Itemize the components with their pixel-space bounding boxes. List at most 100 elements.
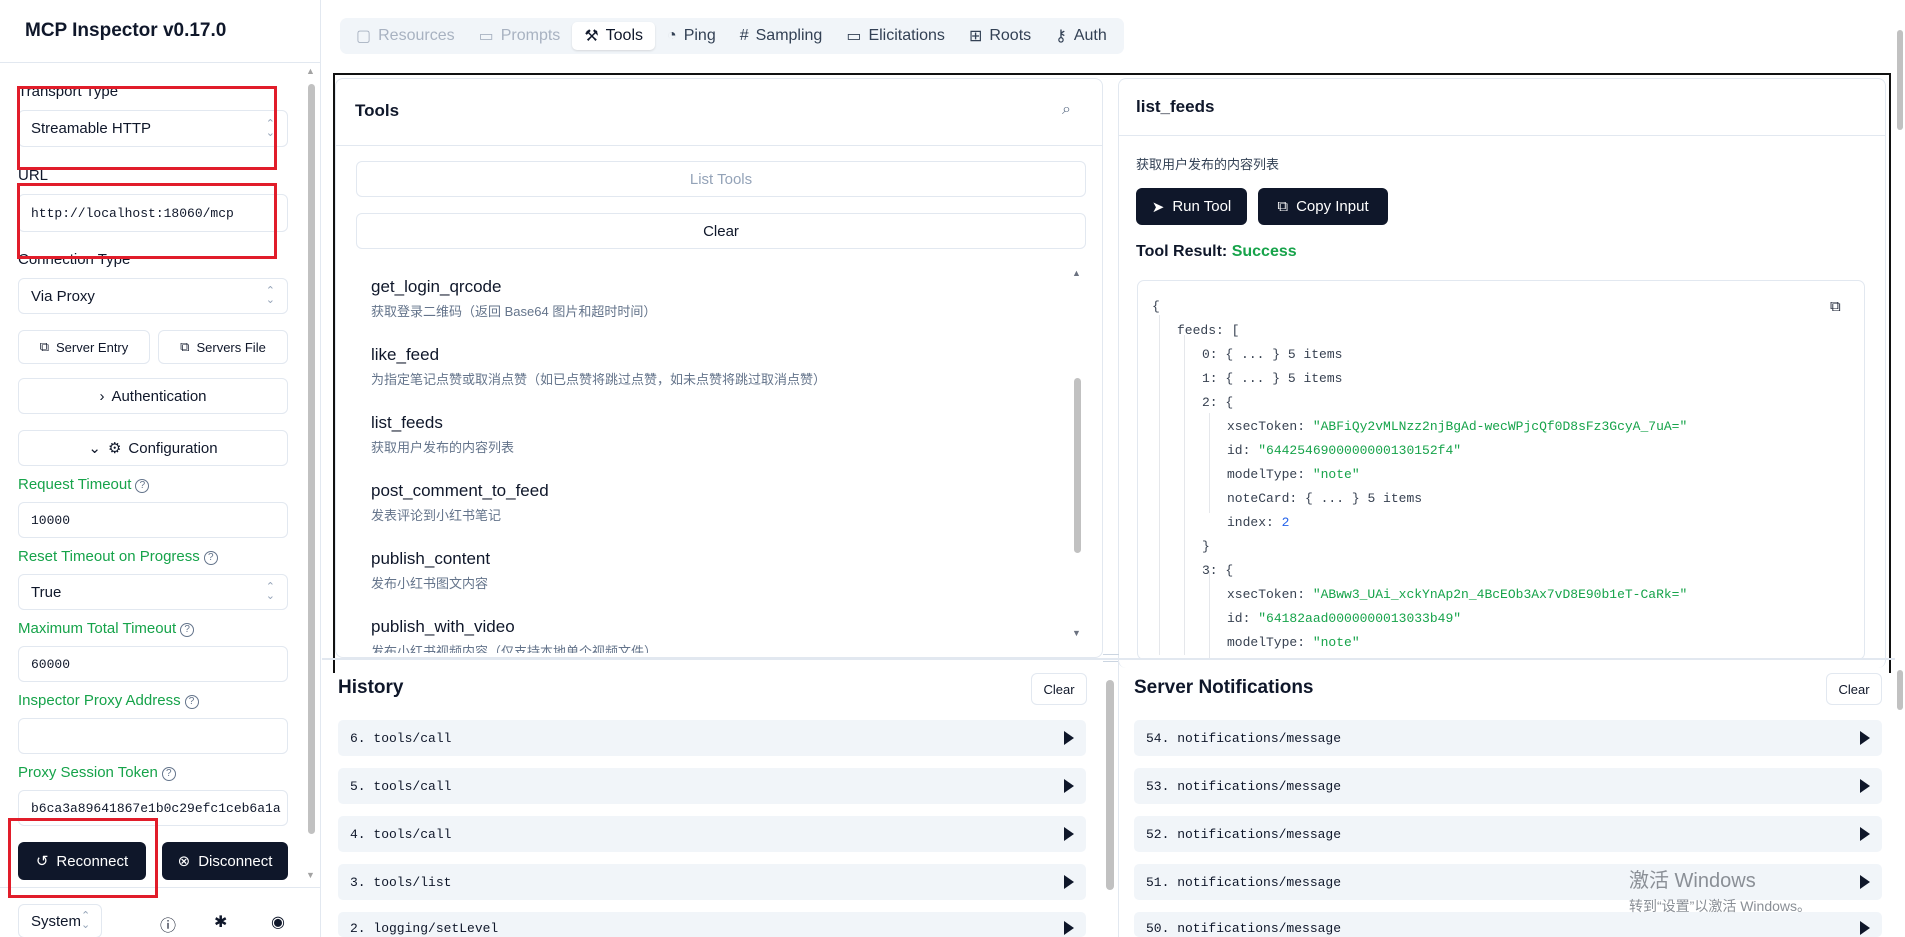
copy-icon: ⧉ bbox=[1277, 198, 1289, 215]
connection-type-value: Via Proxy bbox=[31, 287, 95, 305]
send-icon: ➤ bbox=[1151, 198, 1165, 216]
disconnect-label: Disconnect bbox=[198, 852, 273, 870]
tab-prompts[interactable]: ▭ Prompts bbox=[467, 22, 573, 50]
help-icon[interactable]: ? bbox=[135, 479, 150, 493]
sidebar: MCP Inspector v0.17.0 Transport Type Str… bbox=[0, 0, 321, 937]
divider bbox=[1119, 135, 1885, 136]
tools-list-scrollbar[interactable]: ▲ ▼ bbox=[1072, 268, 1082, 642]
reset-timeout-select[interactable]: True ⌃ ⌄ bbox=[18, 574, 288, 610]
json-line[interactable]: noteCard: { ... } 5 items bbox=[1227, 491, 1422, 506]
tool-desc: 发表评论到小红书笔记 bbox=[371, 508, 502, 523]
history-item[interactable]: 2. logging/setLevel bbox=[338, 912, 1086, 937]
tab-sampling[interactable]: # Sampling bbox=[728, 22, 835, 50]
file-icon: ▢ bbox=[356, 28, 372, 45]
json-line: id: "6442546900000000130152f4" bbox=[1227, 443, 1462, 458]
tab-roots[interactable]: ⊞ Roots bbox=[957, 22, 1043, 50]
json-line: } bbox=[1202, 539, 1210, 554]
json-line[interactable]: 3: { bbox=[1202, 563, 1233, 578]
help-icon[interactable]: ? bbox=[161, 767, 176, 781]
configuration-toggle[interactable]: ⌄ ⚙ Configuration bbox=[18, 430, 288, 466]
tool-desc: 发布小红书图文内容 bbox=[371, 576, 489, 591]
bug-icon[interactable]: ✱ bbox=[214, 912, 227, 932]
chevrons-up-down-icon: ⌃ ⌄ bbox=[265, 581, 275, 602]
play-icon bbox=[1064, 921, 1074, 935]
play-icon bbox=[1860, 731, 1870, 745]
json-line[interactable]: feeds: [ bbox=[1177, 323, 1239, 338]
tool-item-get-login-qrcode[interactable]: get_login_qrcode 获取登录二维码（返回 Base64 图片和超时… bbox=[371, 277, 656, 320]
tool-item-post-comment[interactable]: post_comment_to_feed 发表评论到小红书笔记 bbox=[371, 481, 549, 524]
help-icon[interactable]: ? bbox=[180, 623, 195, 637]
tab-elicitations[interactable]: ▭ Elicitations bbox=[834, 22, 957, 50]
history-clear-button[interactable]: Clear bbox=[1031, 673, 1087, 705]
connection-type-select[interactable]: Via Proxy ⌃ ⌄ bbox=[18, 278, 288, 314]
proxy-address-label: Inspector Proxy Address? bbox=[18, 692, 199, 709]
json-line[interactable]: 0: { ... } 5 items bbox=[1202, 347, 1342, 362]
grip-icon[interactable] bbox=[1103, 654, 1119, 662]
play-icon bbox=[1064, 731, 1074, 745]
page-scrollbar[interactable] bbox=[1895, 0, 1905, 937]
tab-ping[interactable]: ◔ Ping bbox=[655, 22, 728, 50]
tools-panel-title: Tools bbox=[355, 101, 400, 120]
tab-tools[interactable]: ⚒ Tools bbox=[572, 22, 656, 50]
copy-input-button[interactable]: ⧉ Copy Input bbox=[1258, 188, 1388, 225]
annotation-box bbox=[8, 818, 158, 898]
history-title: History bbox=[338, 677, 404, 698]
history-item[interactable]: 6. tools/call bbox=[338, 720, 1086, 756]
tree-guide bbox=[1209, 571, 1210, 659]
chevrons-up-down-icon: ⌃ ⌄ bbox=[265, 285, 275, 306]
tool-item-like-feed[interactable]: like_feed 为指定笔记点赞或取消点赞（如已点赞将跳过点赞，如未点赞将跳过… bbox=[371, 345, 826, 388]
help-circle-icon[interactable]: ⓘ bbox=[160, 912, 176, 936]
search-icon[interactable]: ⌕ bbox=[1062, 101, 1071, 119]
tool-result-heading: Tool Result: Success bbox=[1136, 243, 1297, 261]
run-tool-button[interactable]: ➤ Run Tool bbox=[1136, 188, 1247, 225]
proxy-address-input[interactable] bbox=[18, 718, 288, 754]
json-line[interactable]: 2: { bbox=[1202, 395, 1233, 410]
play-icon bbox=[1064, 779, 1074, 793]
history-item[interactable]: 4. tools/call bbox=[338, 816, 1086, 852]
tool-detail-description: 获取用户发布的内容列表 bbox=[1136, 157, 1280, 172]
tool-result-status: Success bbox=[1231, 243, 1297, 260]
max-timeout-input[interactable]: 60000 bbox=[18, 646, 288, 682]
windows-activation-watermark: 激活 Windows 转到“设置”以激活 Windows。 bbox=[1629, 864, 1811, 916]
notifications-clear-button[interactable]: Clear bbox=[1826, 673, 1882, 705]
app-title: MCP Inspector v0.17.0 bbox=[25, 20, 227, 41]
hammer-icon: ⚒ bbox=[584, 28, 599, 45]
tool-desc: 获取用户发布的内容列表 bbox=[371, 440, 515, 455]
tool-item-list-feeds[interactable]: list_feeds 获取用户发布的内容列表 bbox=[371, 413, 514, 456]
help-icon[interactable]: ? bbox=[203, 551, 218, 565]
tool-item-publish-with-video[interactable]: publish_with_video 发布小红书视频内容（仅支持本地单个视频文件… bbox=[371, 617, 657, 653]
list-tools-button[interactable]: List Tools bbox=[356, 161, 1086, 197]
history-item[interactable]: 5. tools/call bbox=[338, 768, 1086, 804]
help-icon[interactable]: ? bbox=[184, 695, 199, 709]
notification-item[interactable]: 54. notifications/message bbox=[1134, 720, 1882, 756]
run-tool-label: Run Tool bbox=[1172, 198, 1232, 215]
disconnect-button[interactable]: ⊗ Disconnect bbox=[162, 842, 288, 880]
json-line[interactable]: 1: { ... } 5 items bbox=[1202, 371, 1342, 386]
tab-resources[interactable]: ▢ Resources bbox=[344, 22, 467, 50]
clear-tools-button[interactable]: Clear bbox=[356, 213, 1086, 249]
sidebar-scrollbar[interactable]: ▲ ▼ bbox=[306, 62, 316, 882]
divider bbox=[0, 62, 320, 63]
github-icon[interactable]: ◉ bbox=[271, 912, 285, 932]
tree-guide bbox=[1159, 315, 1160, 655]
notification-item[interactable]: 52. notifications/message bbox=[1134, 816, 1882, 852]
history-item[interactable]: 3. tools/list bbox=[338, 864, 1086, 900]
servers-file-button[interactable]: ⧉ Servers File bbox=[158, 330, 288, 364]
theme-select[interactable]: System ⌃ ⌄ bbox=[18, 904, 102, 937]
server-entry-button[interactable]: ⧉ Server Entry bbox=[18, 330, 150, 364]
history-scrollbar[interactable] bbox=[1106, 680, 1114, 890]
request-timeout-input[interactable]: 10000 bbox=[18, 502, 288, 538]
json-line: index: 2 bbox=[1227, 515, 1290, 530]
authentication-toggle[interactable]: › Authentication bbox=[18, 378, 288, 414]
copy-icon[interactable]: ⧉ bbox=[1830, 298, 1841, 315]
tool-item-publish-content[interactable]: publish_content 发布小红书图文内容 bbox=[371, 549, 490, 592]
tab-auth[interactable]: ⚷ Auth bbox=[1043, 22, 1119, 50]
notifications-title: Server Notifications bbox=[1134, 677, 1314, 698]
notification-item[interactable]: 53. notifications/message bbox=[1134, 768, 1882, 804]
json-line: id: "64182aad0000000013033b49" bbox=[1227, 611, 1462, 626]
copy-input-label: Copy Input bbox=[1296, 198, 1369, 215]
tool-result-label: Tool Result: bbox=[1136, 243, 1228, 260]
folder-tree-icon: ⊞ bbox=[968, 28, 983, 45]
servers-file-label: Servers File bbox=[196, 339, 266, 355]
max-timeout-label: Maximum Total Timeout? bbox=[18, 620, 195, 637]
